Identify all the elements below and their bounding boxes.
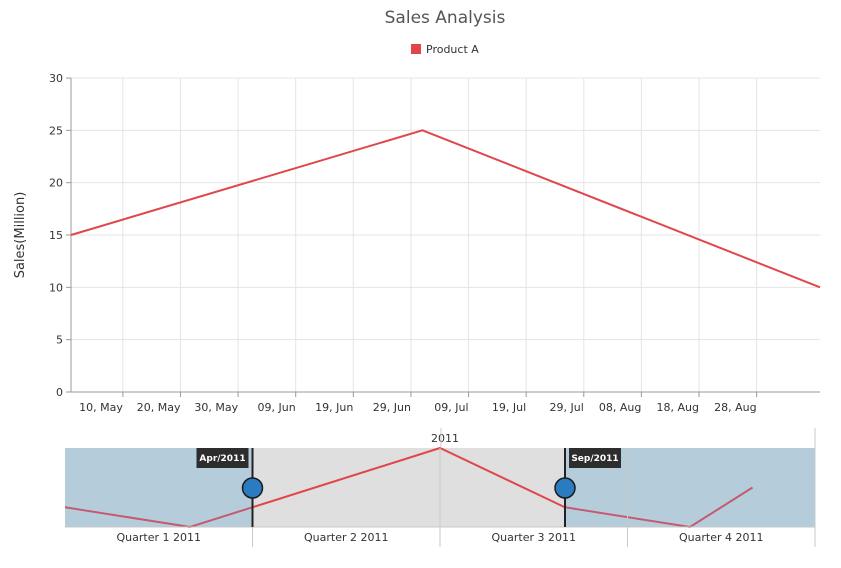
navigator-year-label: 2011 — [431, 432, 459, 445]
x-tick-label: 19, Jun — [315, 401, 353, 414]
y-axis-title: Sales(Million) — [13, 192, 28, 279]
x-tick-label: 09, Jul — [434, 401, 468, 414]
x-axis: 10, May 20, May 30, May 09, Jun 19, Jun 29, J… — [71, 391, 820, 414]
x-tick-label: 18, Aug — [657, 401, 699, 414]
y-tick-label: 0 — [56, 386, 63, 399]
y-tick-label: 10 — [49, 281, 63, 294]
y-tick-label: 5 — [56, 334, 63, 347]
navigator-left-handle-knob[interactable] — [241, 477, 264, 499]
navigator-right-handle-tooltip-label: Sep/2011 — [571, 454, 618, 464]
navigator-left-handle-tooltip-label: Apr/2011 — [199, 454, 245, 464]
y-tick-label: 20 — [49, 177, 63, 190]
x-tick-label: 30, May — [194, 401, 238, 414]
navigator-quarter-label: Quarter 2 2011 — [304, 531, 388, 544]
x-tick-label: 28, Aug — [714, 401, 756, 414]
x-tick-label: 19, Jul — [492, 401, 526, 414]
navigator-right-handle-knob[interactable] — [554, 477, 576, 499]
range-navigator[interactable]: 2011 Quarter 1 2011 Quarter 2 2011 Quarter … — [65, 428, 816, 547]
y-axis: 0 5 10 15 20 25 30 — [49, 72, 72, 399]
navigator-quarter-label: Quarter 3 2011 — [492, 531, 576, 544]
y-tick-label: 25 — [49, 124, 63, 137]
y-tick-label: 15 — [49, 229, 63, 242]
sales-analysis-chart: Sales Analysis Product A Sales(Million) … — [13, 8, 821, 547]
navigator-quarter-label: Quarter 4 2011 — [679, 531, 763, 544]
x-tick-label: 20, May — [137, 401, 181, 414]
navigator-selected-region[interactable] — [252, 448, 566, 527]
x-tick-label: 29, Jul — [550, 401, 584, 414]
x-tick-label: 09, Jun — [258, 401, 296, 414]
navigator-quarter-label: Quarter 1 2011 — [117, 531, 201, 544]
x-tick-label: 10, May — [79, 401, 123, 414]
legend-label-product-a[interactable]: Product A — [426, 43, 479, 56]
legend[interactable]: Product A — [411, 43, 479, 56]
plot-series — [70, 129, 821, 289]
y-tick-label: 30 — [49, 72, 63, 85]
plot-grid — [71, 77, 820, 393]
x-tick-label: 29, Jun — [373, 401, 411, 414]
legend-swatch-product-a[interactable] — [411, 44, 421, 54]
series-line-product-a[interactable] — [70, 129, 821, 289]
x-tick-label: 08, Aug — [599, 401, 641, 414]
chart-title: Sales Analysis — [385, 8, 506, 28]
